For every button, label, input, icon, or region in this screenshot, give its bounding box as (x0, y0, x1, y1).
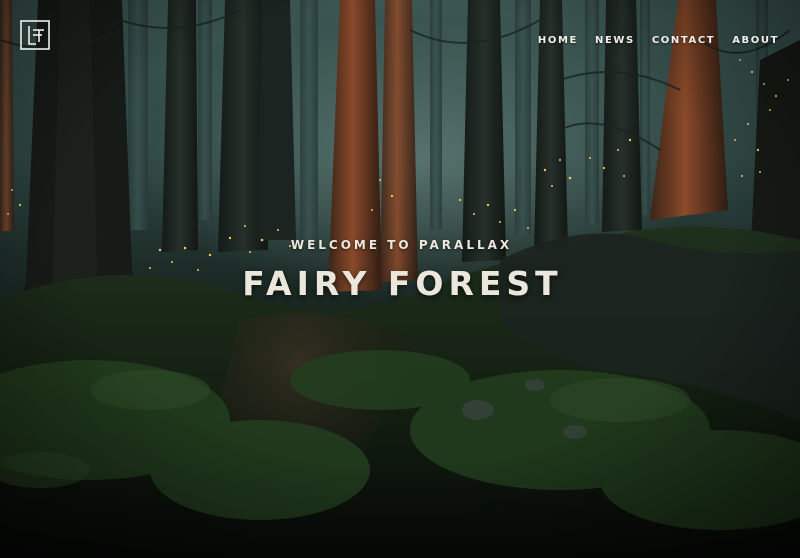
nav-item-about[interactable]: ABOUT (732, 34, 779, 47)
main-nav: HOME NEWS CONTACT ABOUT (538, 34, 779, 47)
nav-item-news[interactable]: NEWS (595, 34, 635, 47)
nav-item-home[interactable]: HOME (538, 34, 578, 47)
nav-item-contact[interactable]: CONTACT (652, 34, 715, 47)
hero-heading: WELCOME TO PARALLAX FAIRY FOREST (0, 236, 800, 304)
hero-kicker: WELCOME TO PARALLAX (290, 238, 513, 252)
forest-hero-scene: HOME NEWS CONTACT ABOUT WELCOME TO PARAL… (0, 0, 800, 558)
monogram-logo-icon[interactable] (20, 20, 50, 50)
hero-title: FAIRY FOREST (242, 264, 563, 303)
